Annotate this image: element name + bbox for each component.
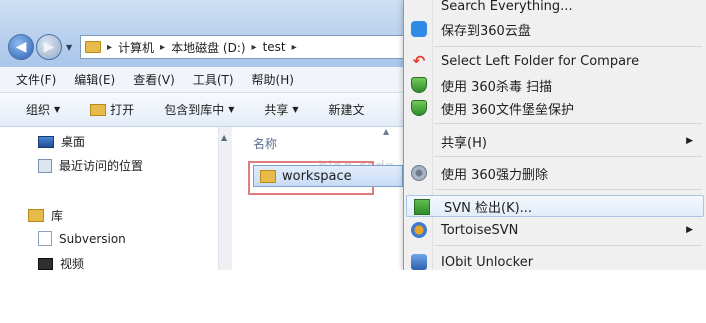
open-label: 打开: [110, 103, 135, 117]
menu-file[interactable]: 文件(F): [16, 71, 56, 88]
back-arrow-icon: ◀: [15, 39, 27, 55]
menu-separator: [434, 245, 702, 246]
sort-ascending-icon: ▲: [383, 127, 390, 136]
video-library-icon: [38, 257, 53, 270]
compare-icon: ↶: [412, 52, 426, 70]
nav-item-label: Subversion: [59, 231, 126, 246]
tortoise-icon: [411, 222, 427, 238]
desktop-icon: [38, 135, 54, 148]
menu-item-search-everything[interactable]: Search Everything...: [404, 0, 706, 17]
menu-separator: [434, 189, 702, 190]
unlock-icon: [411, 254, 427, 270]
folder-item-label: workspace: [282, 168, 352, 184]
breadcrumb-separator[interactable]: ▸: [107, 42, 112, 53]
menu-view[interactable]: 查看(V): [133, 71, 175, 88]
file-list: ▲ 名称 blog.csdn workspace: [233, 127, 403, 270]
nav-item-label: 桌面: [61, 135, 86, 149]
menu-item-label: 使用 360强力删除: [441, 167, 548, 183]
navigation-scrollbar[interactable]: ▲: [218, 127, 232, 270]
organize-label: 组织: [26, 103, 51, 117]
menu-item-save-360-cloud[interactable]: 保存到360云盘: [404, 18, 706, 40]
cloud-icon: [411, 21, 427, 37]
breadcrumb-separator[interactable]: ▸: [160, 42, 165, 53]
menu-edit[interactable]: 编辑(E): [74, 71, 115, 88]
screen: ◀ ▶ ▼ ▸ 计算机 ▸ 本地磁盘 (D:) ▸ test ▸ 文件(F) 编…: [0, 0, 706, 270]
nav-item-desktop[interactable]: 桌面: [38, 133, 85, 150]
folder-icon: [260, 169, 276, 183]
nav-item-label: 库: [51, 209, 64, 223]
organize-button[interactable]: 组织 ▼: [26, 101, 60, 118]
menu-item-label: Search Everything...: [441, 0, 573, 14]
menu-item-360-scan[interactable]: 使用 360杀毒 扫描: [404, 74, 706, 96]
menu-item-share[interactable]: 共享(H) ▶: [404, 130, 706, 152]
nav-item-video[interactable]: 视频: [38, 255, 84, 270]
nav-item-label: 视频: [60, 257, 85, 270]
menu-item-select-left-folder[interactable]: ↶ Select Left Folder for Compare: [404, 50, 706, 72]
nav-item-recent[interactable]: 最近访问的位置: [38, 157, 143, 174]
shield-icon: [411, 77, 427, 93]
new-folder-label: 新建文: [328, 103, 365, 117]
forward-arrow-icon: ▶: [43, 39, 55, 55]
breadcrumb-computer[interactable]: 计算机: [118, 39, 154, 56]
menu-item-360-protect[interactable]: 使用 360文件堡垒保护: [404, 97, 706, 119]
menu-item-360-force-delete[interactable]: 使用 360强力删除: [404, 162, 706, 184]
folder-item-workspace[interactable]: workspace: [253, 165, 403, 187]
menu-help[interactable]: 帮助(H): [252, 71, 294, 88]
library-icon: [28, 209, 44, 222]
scroll-up-icon[interactable]: ▲: [221, 133, 227, 142]
shred-icon: [411, 165, 427, 181]
breadcrumb-separator[interactable]: ▸: [292, 42, 297, 53]
submenu-arrow-icon: ▶: [686, 225, 693, 235]
menu-tools[interactable]: 工具(T): [193, 71, 234, 88]
nav-item-subversion[interactable]: Subversion: [38, 231, 126, 246]
menu-item-label: 使用 360文件堡垒保护: [441, 102, 574, 118]
caret-down-icon: ▼: [54, 105, 61, 114]
menu-item-label: Select Left Folder for Compare: [441, 53, 640, 69]
caret-down-icon: ▼: [228, 105, 235, 114]
caret-down-icon: ▼: [292, 105, 299, 114]
back-button[interactable]: ◀: [8, 34, 34, 60]
share-button[interactable]: 共享 ▼: [264, 101, 298, 118]
submenu-arrow-icon: ▶: [686, 136, 693, 146]
share-label: 共享: [264, 103, 289, 117]
menu-item-label: TortoiseSVN: [441, 222, 519, 238]
nav-item-libraries[interactable]: 库: [28, 207, 63, 224]
open-button[interactable]: 打开: [90, 101, 134, 118]
navigation-pane: 桌面 最近访问的位置 库 Subversion 视频: [0, 127, 232, 270]
include-in-library-button[interactable]: 包含到库中 ▼: [164, 101, 234, 118]
document-library-icon: [38, 231, 52, 246]
shield-icon: [411, 100, 427, 116]
menu-separator: [434, 123, 702, 124]
folder-icon: [85, 41, 101, 53]
menu-item-label: SVN 检出(K)...: [444, 200, 533, 216]
menu-item-label: 共享(H): [441, 135, 487, 151]
menu-item-tortoisesvn[interactable]: TortoiseSVN ▶: [404, 219, 706, 241]
menu-separator: [434, 46, 702, 47]
context-menu: Search Everything... 保存到360云盘 ↶ Select L…: [403, 0, 706, 270]
new-folder-button[interactable]: 新建文: [329, 101, 365, 118]
menu-item-svn-checkout[interactable]: SVN 检出(K)...: [406, 195, 704, 217]
svn-checkout-icon: [414, 199, 430, 215]
breadcrumb-folder[interactable]: test: [263, 40, 286, 54]
breadcrumb-drive[interactable]: 本地磁盘 (D:): [171, 39, 245, 56]
include-library-label: 包含到库中: [164, 103, 225, 117]
menu-item-label: 使用 360杀毒 扫描: [441, 79, 553, 95]
recent-places-icon: [38, 158, 52, 173]
recent-pages-dropdown-icon[interactable]: ▼: [66, 43, 72, 52]
menu-item-iobit-unlocker[interactable]: IObit Unlocker: [404, 251, 706, 270]
menu-item-label: IObit Unlocker: [441, 254, 534, 270]
breadcrumb-separator[interactable]: ▸: [252, 42, 257, 53]
column-header-name[interactable]: 名称: [253, 135, 277, 152]
forward-button[interactable]: ▶: [36, 34, 62, 60]
nav-item-label: 最近访问的位置: [59, 159, 144, 173]
menu-item-label: 保存到360云盘: [441, 23, 531, 39]
address-bar[interactable]: ▸ 计算机 ▸ 本地磁盘 (D:) ▸ test ▸: [80, 35, 410, 59]
menu-separator: [434, 156, 702, 157]
folder-open-icon: [90, 103, 107, 116]
